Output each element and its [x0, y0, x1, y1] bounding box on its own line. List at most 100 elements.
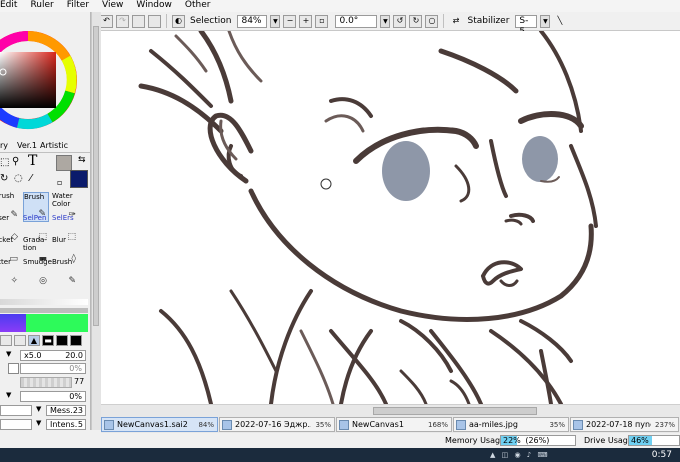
tool-label: SelPen [23, 214, 47, 222]
text-tool-icon[interactable]: T [28, 153, 37, 169]
zoom-out-icon[interactable]: − [283, 14, 297, 28]
drawing-canvas[interactable] [101, 31, 680, 404]
canvas-file-icon [222, 419, 232, 430]
zoom-dropdown-icon[interactable]: ▼ [270, 14, 281, 28]
tool-11[interactable]: Brush ✎ [52, 258, 78, 288]
brush-shape-1[interactable] [0, 335, 12, 346]
mess-dropdown[interactable] [0, 405, 32, 416]
menu-view[interactable]: View [96, 0, 130, 12]
tool-panel: ry Ver.1 Artistic ⬚ ⚲ T ⇆ ↻ ◌ ⁄ ▫ Brush ✎… [0, 12, 91, 430]
primary-color-swatch[interactable] [56, 155, 72, 171]
intens-dropdown[interactable] [0, 419, 32, 430]
color-tab-1[interactable]: ry [0, 141, 8, 150]
brush-shape-6[interactable] [70, 335, 82, 346]
rotation-reset-icon[interactable]: ○ [425, 14, 439, 28]
zoom-in-icon[interactable]: + [299, 14, 313, 28]
status-bar: Memory Usage 22% (26%) Drive Usage 46% [0, 433, 680, 448]
blending-dropdown-icon[interactable]: ▼ [6, 391, 11, 399]
blending-field[interactable]: 0% [20, 391, 86, 402]
tool-label: Brush [24, 193, 45, 201]
density-value: 77 [74, 377, 85, 386]
color-tab-3[interactable]: Artistic [40, 141, 68, 150]
redo-icon[interactable]: ↷ [116, 14, 129, 28]
drive-usage-value: 46% [631, 436, 649, 445]
drive-usage-meter: 46% [628, 435, 680, 446]
rotate-ccw-icon[interactable]: ↺ [393, 14, 407, 28]
tool-10[interactable]: Smudge ◎ [23, 258, 52, 288]
document-tab-3[interactable]: NewCanvas1 168% [336, 417, 452, 432]
menu-edit[interactable]: Edit [0, 0, 24, 12]
document-tabs: NewCanvas1.sai2 84% 2022-07-16 Эджр... 35%… [101, 417, 680, 433]
document-tab-5[interactable]: 2022-07-18 пуnc...237% [570, 417, 679, 432]
mess-dropdown-icon[interactable]: ▼ [36, 405, 41, 413]
document-tab-1[interactable]: NewCanvas1.sai2 84% [101, 417, 218, 432]
transparent-color-icon[interactable]: ▫ [57, 178, 62, 187]
rotation-dropdown-icon[interactable]: ▼ [380, 14, 391, 28]
tool-label: Smudge [23, 258, 52, 266]
memory-usage-detail: (26%) [525, 436, 550, 445]
pressure-line-icon[interactable]: ╲ [553, 15, 566, 28]
drive-usage-label: Drive Usage [584, 436, 633, 445]
zoom-input[interactable]: 84% [237, 14, 268, 28]
zoom-tool-icon[interactable]: ↻ [0, 173, 8, 184]
intens-value: 5 [77, 420, 83, 429]
deselect-icon[interactable] [132, 14, 145, 28]
tool-glyph-icon: ◎ [39, 276, 47, 286]
brush-size-field[interactable]: x5.0 20.0 [20, 350, 86, 361]
canvas-horizontal-scrollbar[interactable] [101, 404, 680, 417]
canvas-scroll-thumb[interactable] [373, 407, 537, 415]
min-size-checkbox[interactable] [8, 363, 19, 374]
intens-field[interactable]: Intens. 5 [46, 419, 86, 430]
memory-usage-meter: 22% (26%) [500, 435, 576, 446]
min-size-field[interactable]: 0% [20, 363, 86, 374]
flip-horizontal-icon[interactable]: ⇄ [449, 15, 462, 28]
tool-label: atter [0, 258, 11, 266]
menu-ruler[interactable]: Ruler [24, 0, 60, 12]
selection-label: Selection [190, 16, 232, 26]
brush-shape-row: ▲ ▬ [0, 335, 88, 346]
rotate-cw-icon[interactable]: ↻ [409, 14, 423, 28]
menu-window[interactable]: Window [130, 0, 179, 12]
size-dropdown-icon[interactable]: ▼ [6, 350, 11, 358]
rotation-input[interactable]: 0.0° [335, 14, 378, 28]
selection-visibility-icon[interactable]: ◐ [172, 14, 185, 28]
document-tab-4[interactable]: aa-miles.jpg 35% [453, 417, 569, 432]
brush-shape-4[interactable]: ▬ [42, 335, 54, 346]
memory-usage-label: Memory Usage [445, 436, 506, 445]
palette-color-violet[interactable] [0, 314, 26, 332]
density-slider[interactable] [20, 377, 72, 388]
stabilizer-label: Stabilizer [467, 16, 510, 26]
tool-panel-scroll-thumb[interactable] [93, 26, 99, 326]
stabilizer-dropdown-icon[interactable]: ▼ [540, 14, 551, 28]
secondary-color-swatch[interactable] [70, 170, 88, 188]
top-toolbar: ↶ ↷ ◐ Selection 84% ▼ − + ▫ 0.0° ▼ ↺ ↻ ○… [100, 12, 680, 37]
lasso-icon[interactable]: ⚲ [12, 156, 19, 167]
eyedropper-icon[interactable]: ⁄ [30, 173, 32, 184]
undo-icon[interactable]: ↶ [100, 14, 113, 28]
color-wheel[interactable] [0, 30, 78, 130]
tool-glyph-icon: ✧ [10, 276, 18, 286]
size-value: 20.0 [65, 351, 83, 360]
move-icon[interactable]: ⬚ [0, 157, 9, 168]
tool-9[interactable]: atter ✧ [0, 258, 20, 288]
system-tray-icons[interactable]: ▲ ◫ ◉ ♪ ⌨ [490, 451, 550, 459]
menu-bar: Edit Ruler Filter View Window Other [0, 0, 680, 12]
mess-field[interactable]: Mess. 23 [46, 405, 86, 416]
color-tab-2[interactable]: Ver.1 [17, 141, 37, 150]
palette-color-green[interactable] [26, 314, 88, 332]
rotate-tool-icon[interactable]: ◌ [14, 173, 23, 184]
tool-panel-scrollbar[interactable] [91, 12, 101, 430]
tool-label: Blur [52, 236, 67, 244]
selection-invert-icon[interactable] [148, 14, 161, 28]
zoom-reset-icon[interactable]: ▫ [315, 14, 329, 28]
menu-filter[interactable]: Filter [61, 0, 96, 12]
brush-shape-2[interactable] [14, 335, 26, 346]
brush-shape-5[interactable] [56, 335, 68, 346]
brush-shape-3[interactable]: ▲ [28, 335, 40, 346]
menu-other[interactable]: Other [179, 0, 218, 12]
intens-dropdown-icon[interactable]: ▼ [36, 419, 41, 427]
swap-colors-icon[interactable]: ⇆ [78, 155, 86, 165]
document-tab-2[interactable]: 2022-07-16 Эджр... 35% [219, 417, 335, 432]
stabilizer-input[interactable]: S-5 [515, 14, 538, 37]
size-multiplier: x5.0 [24, 351, 42, 360]
